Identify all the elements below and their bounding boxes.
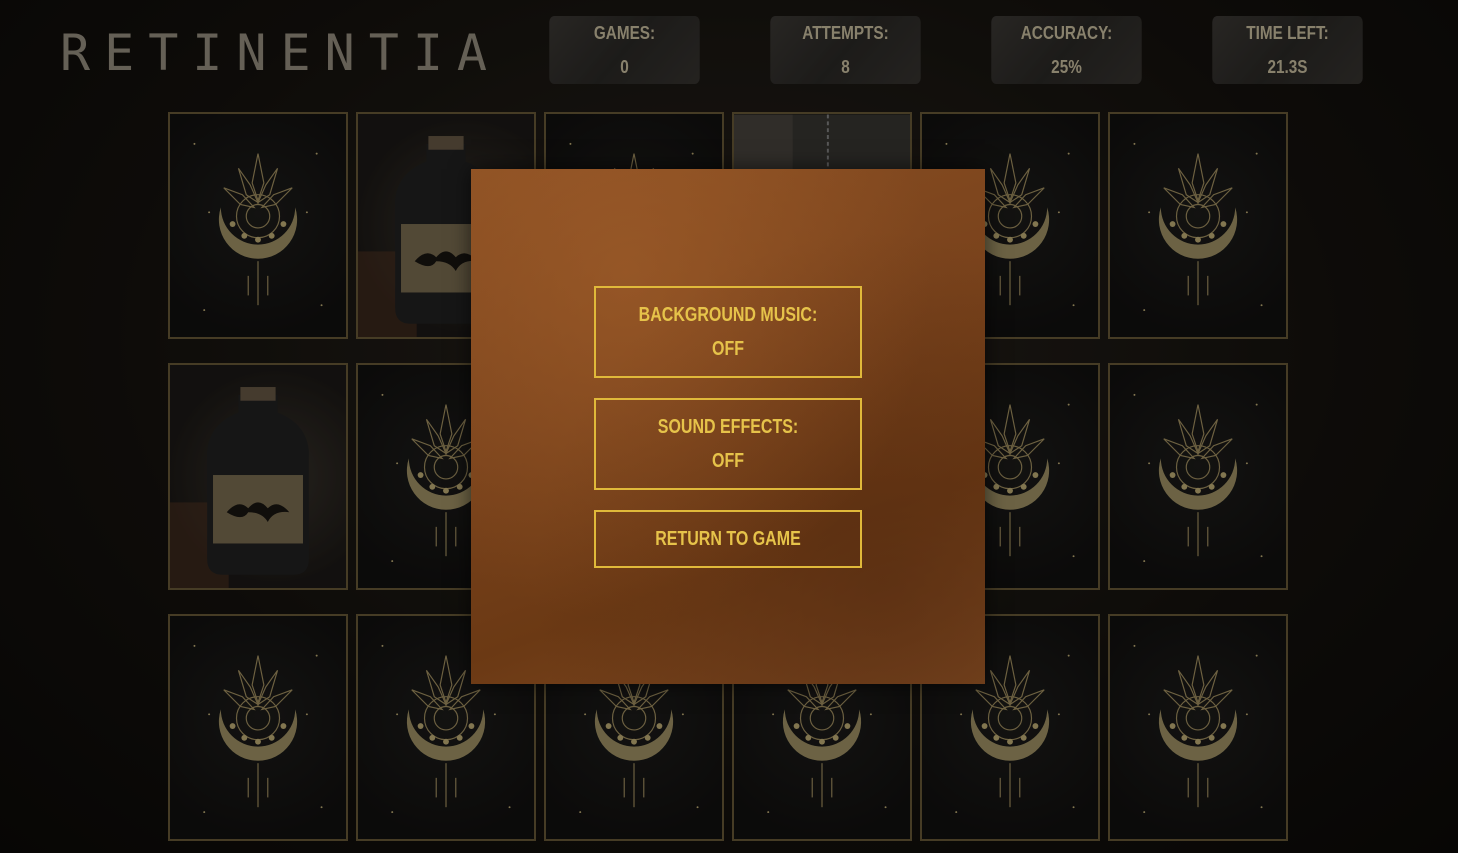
background-music-toggle[interactable]: Background Music: Off (594, 286, 862, 378)
music-value: Off (712, 338, 744, 360)
sound-effects-toggle[interactable]: Sound Effects: Off (594, 398, 862, 490)
return-label: Return to Game (655, 528, 801, 550)
sfx-value: Off (712, 450, 744, 472)
settings-modal: Background Music: Off Sound Effects: Off… (471, 169, 985, 684)
return-to-game-button[interactable]: Return to Game (594, 510, 862, 568)
sfx-label: Sound Effects: (657, 416, 799, 438)
music-label: Background Music: (638, 304, 818, 326)
